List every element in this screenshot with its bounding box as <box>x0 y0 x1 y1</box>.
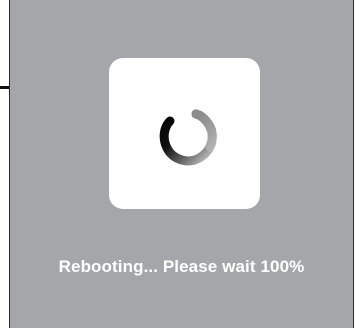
progress-percent: 100% <box>260 257 305 276</box>
status-message: Rebooting... Please wait <box>58 257 256 276</box>
loading-spinner-icon <box>159 109 217 166</box>
reboot-screen: Rebooting... Please wait 100% <box>0 0 361 328</box>
reboot-status-text: Rebooting... Please wait 100% <box>10 257 353 277</box>
reboot-overlay-frame: Rebooting... Please wait 100% <box>9 0 354 328</box>
right-page-margin <box>354 0 361 328</box>
loading-card <box>109 58 260 209</box>
